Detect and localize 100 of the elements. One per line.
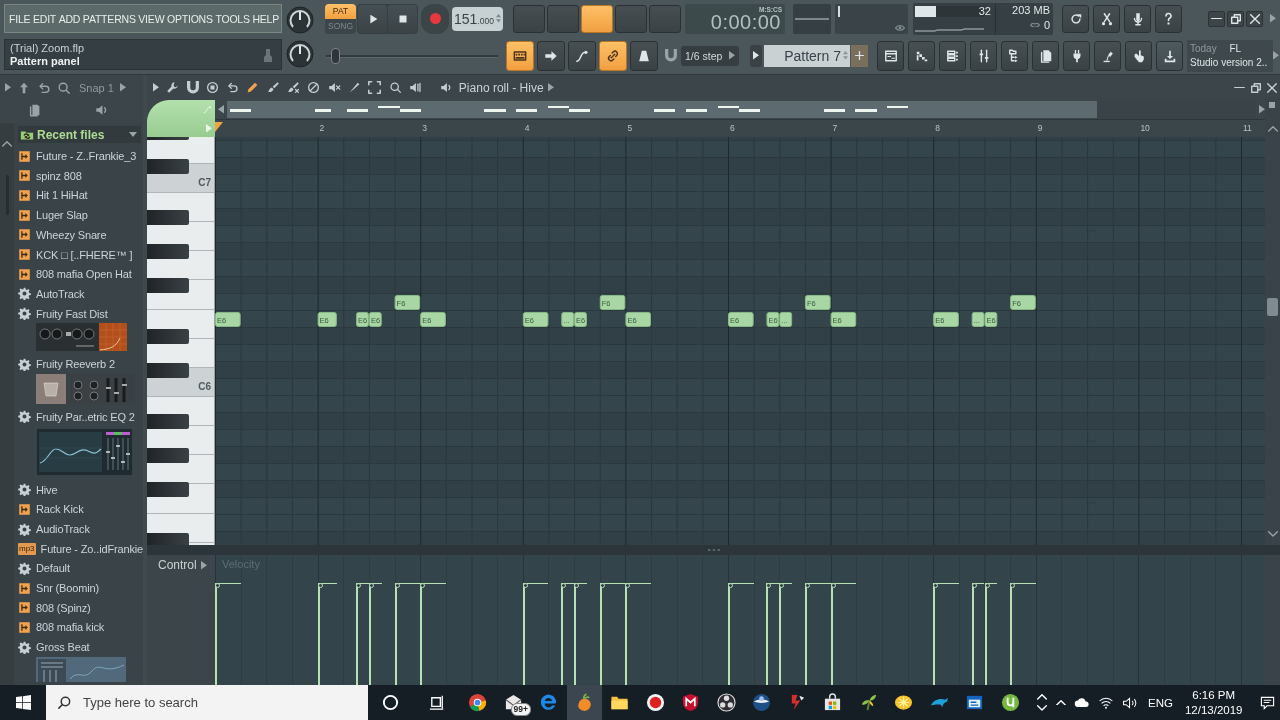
velocity-bar[interactable] xyxy=(574,583,587,685)
language-indicator[interactable]: ENG xyxy=(1148,696,1173,709)
wifi-icon[interactable] xyxy=(1098,696,1114,709)
velocity-bar[interactable] xyxy=(356,583,369,685)
toolbar-button[interactable] xyxy=(568,40,596,71)
velocity-bar[interactable] xyxy=(971,583,985,685)
browser-item[interactable]: Fruity Reeverb 2 xyxy=(14,354,143,375)
toolbar-button[interactable] xyxy=(970,40,997,71)
velocity-bar[interactable] xyxy=(394,583,421,685)
slider-thumb[interactable] xyxy=(330,47,340,64)
toolbar-button[interactable] xyxy=(599,40,627,71)
add-pattern-button[interactable] xyxy=(851,44,868,67)
control-label[interactable]: Control xyxy=(158,558,197,572)
velocity-bar[interactable] xyxy=(779,583,793,685)
velocity-bar[interactable] xyxy=(804,583,831,685)
more-arrow-icon[interactable] xyxy=(1273,51,1279,60)
menu-item[interactable]: HELP xyxy=(252,11,280,26)
pencil-icon[interactable] xyxy=(246,81,260,94)
volume-icon[interactable] xyxy=(1122,696,1138,709)
scrollbar-track[interactable] xyxy=(1265,555,1280,685)
brush-icon[interactable] xyxy=(287,81,301,94)
menu-arrow-icon[interactable] xyxy=(547,83,554,92)
browser-item[interactable]: 808 (Spinz) xyxy=(14,597,143,618)
magnet-icon[interactable] xyxy=(186,81,199,94)
speaker-bars-icon[interactable] xyxy=(408,81,422,94)
browser-item[interactable]: Fruity Par..etric EQ 2 xyxy=(14,407,143,427)
knob[interactable] xyxy=(286,6,314,34)
browser-item[interactable]: AutoTrack xyxy=(14,284,143,304)
undo-icon[interactable] xyxy=(37,80,51,95)
toolbar-button[interactable] xyxy=(1062,4,1089,33)
play-button[interactable] xyxy=(358,4,387,33)
velocity-bar[interactable] xyxy=(368,583,382,685)
mode-option[interactable]: PAT xyxy=(325,3,356,19)
toolbar-button[interactable] xyxy=(1094,40,1121,71)
pattern-song-switch[interactable]: PAT SONG xyxy=(325,3,356,34)
cloud-icon[interactable] xyxy=(1074,696,1090,709)
mute-icon[interactable] xyxy=(327,81,341,94)
browser-item[interactable]: spinz 808 xyxy=(14,165,143,186)
menu-arrow-icon[interactable] xyxy=(153,83,159,92)
browser-item[interactable]: Hive xyxy=(14,479,143,500)
menu-arrow-icon[interactable] xyxy=(200,561,207,570)
select-icon[interactable] xyxy=(368,81,382,94)
browser-item[interactable]: Rack Kick xyxy=(14,499,143,520)
more-arrow-icon[interactable] xyxy=(1270,14,1276,23)
toolbar-button[interactable] xyxy=(939,40,966,71)
browser-item[interactable]: Fruity Fast Dist xyxy=(14,303,143,324)
toolbar-button[interactable] xyxy=(1001,40,1028,71)
toolbar-button[interactable] xyxy=(1156,40,1183,71)
menu-item[interactable]: VIEW xyxy=(138,11,165,26)
browser-item[interactable]: Gross Beat xyxy=(14,637,143,657)
menu-item[interactable]: OPTIONS xyxy=(166,11,213,26)
toolbar-button[interactable] xyxy=(537,40,565,71)
toolbar-button[interactable] xyxy=(908,40,935,71)
menu-item[interactable]: PATTERNS xyxy=(82,11,136,26)
browser-item[interactable]: KCK □ [..FHERE™ ] xyxy=(14,244,143,265)
velocity-bar[interactable] xyxy=(215,583,241,685)
toolbar-button[interactable] xyxy=(630,40,658,71)
velocity-bar[interactable] xyxy=(561,583,575,685)
toolbar-button[interactable] xyxy=(581,4,613,33)
delete-icon[interactable] xyxy=(307,81,321,94)
pattern-arrow-button[interactable] xyxy=(750,44,762,67)
close-button[interactable] xyxy=(1246,10,1263,27)
clock[interactable]: 6:16 PM 12/13/2019 xyxy=(1184,687,1243,718)
taskbar-app-button[interactable]: 99+ xyxy=(495,685,531,720)
pattern-selector[interactable]: Pattern 7 xyxy=(764,44,850,67)
toolbar-button[interactable] xyxy=(1124,4,1151,33)
velocity-bar[interactable] xyxy=(599,583,626,685)
velocity-bar[interactable] xyxy=(766,583,780,685)
knob[interactable] xyxy=(286,40,314,68)
toolbar-button[interactable] xyxy=(1032,40,1059,71)
search-field[interactable]: Type here to search xyxy=(46,685,368,720)
browser-item[interactable]: Future - Z..Frankie_3 xyxy=(14,146,143,166)
velocity-bar[interactable] xyxy=(317,583,337,685)
search-icon[interactable] xyxy=(57,80,71,95)
brush-icon[interactable] xyxy=(266,81,280,94)
velocity-bar[interactable] xyxy=(420,583,446,685)
velocity-bar[interactable] xyxy=(933,583,959,685)
browser-header[interactable]: Recent files xyxy=(18,126,141,144)
scroll-up-icon[interactable] xyxy=(1268,126,1278,132)
note-overview-drawing[interactable] xyxy=(227,101,1097,118)
menu-arrow-icon[interactable] xyxy=(5,83,11,92)
menu-item[interactable]: EDIT xyxy=(32,11,57,26)
stop-button[interactable] xyxy=(388,4,417,33)
toolbar-button[interactable] xyxy=(877,40,904,71)
browser-item[interactable]: Wheezy Snare xyxy=(14,225,143,245)
toolbar-button[interactable] xyxy=(1063,40,1090,71)
scroll-down-icon[interactable] xyxy=(1268,531,1278,537)
minimize-button[interactable] xyxy=(1208,10,1225,27)
grip-icon[interactable] xyxy=(707,548,720,552)
scrollbar-thumb[interactable] xyxy=(1267,298,1278,316)
speaker-icon[interactable] xyxy=(439,81,453,94)
velocity-bar[interactable] xyxy=(830,583,857,685)
menu-item[interactable]: ADD xyxy=(58,11,81,26)
browser-item[interactable]: Hit 1 HiHat xyxy=(14,185,143,206)
browser-item[interactable]: 808 mafia kick xyxy=(14,617,143,638)
tempo-field[interactable]: 151.000 xyxy=(452,6,503,31)
menu-arrow-icon[interactable] xyxy=(119,83,126,92)
snap-selector[interactable]: 1/6 step xyxy=(681,45,739,66)
undo-icon[interactable] xyxy=(226,81,240,94)
help-button[interactable] xyxy=(1155,4,1182,33)
